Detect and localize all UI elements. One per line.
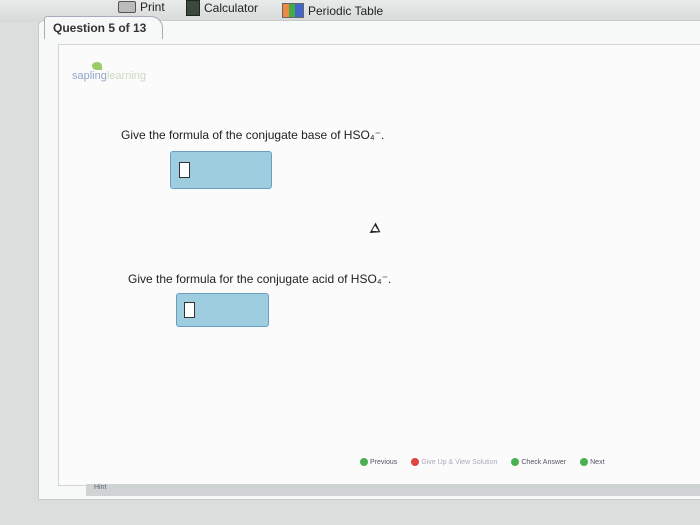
next-label: Next [590,458,605,466]
question-2-text: Give the formula for the conjugate acid … [128,272,392,286]
check-answer-button[interactable]: Check Answer [511,458,566,466]
answer-field-2[interactable] [176,293,269,327]
print-label: Print [140,0,165,14]
calculator-label: Calculator [204,1,259,15]
previous-icon [360,458,368,466]
calculator-icon [186,0,200,16]
periodic-table-icon [282,3,304,18]
calculator-button[interactable]: Calculator [186,0,258,16]
answer-field-1[interactable] [170,151,272,189]
navigation-bar: Previous Give Up & View Solution Check A… [360,458,605,466]
periodic-table-button[interactable]: Periodic Table [282,3,383,18]
periodic-table-label: Periodic Table [308,3,384,18]
leaf-icon [92,62,102,70]
next-icon [580,458,589,466]
hint-bar[interactable]: Hint [86,484,700,496]
check-icon [511,458,520,466]
check-answer-label: Check Answer [521,458,567,466]
give-up-button[interactable]: Give Up & View Solution [411,458,497,466]
question-tab[interactable]: Question 5 of 13 [44,16,164,39]
previous-label: Previous [370,458,398,466]
logo-text-faint: learning [106,70,146,82]
previous-button[interactable]: Previous [360,458,397,466]
hint-label: Hint [94,484,107,491]
give-up-label: Give Up & View Solution [421,458,498,466]
input-placeholder-box [184,302,195,318]
question-1-text: Give the formula of the conjugate base o… [121,128,385,142]
print-button[interactable]: Print [118,0,165,14]
input-placeholder-box [179,162,190,178]
question-content [58,44,700,486]
logo-text: sapling [72,70,107,82]
printer-icon [118,1,136,13]
sapling-logo: saplinglearning [72,70,146,82]
give-up-icon [411,458,420,466]
next-button[interactable]: Next [580,458,605,466]
